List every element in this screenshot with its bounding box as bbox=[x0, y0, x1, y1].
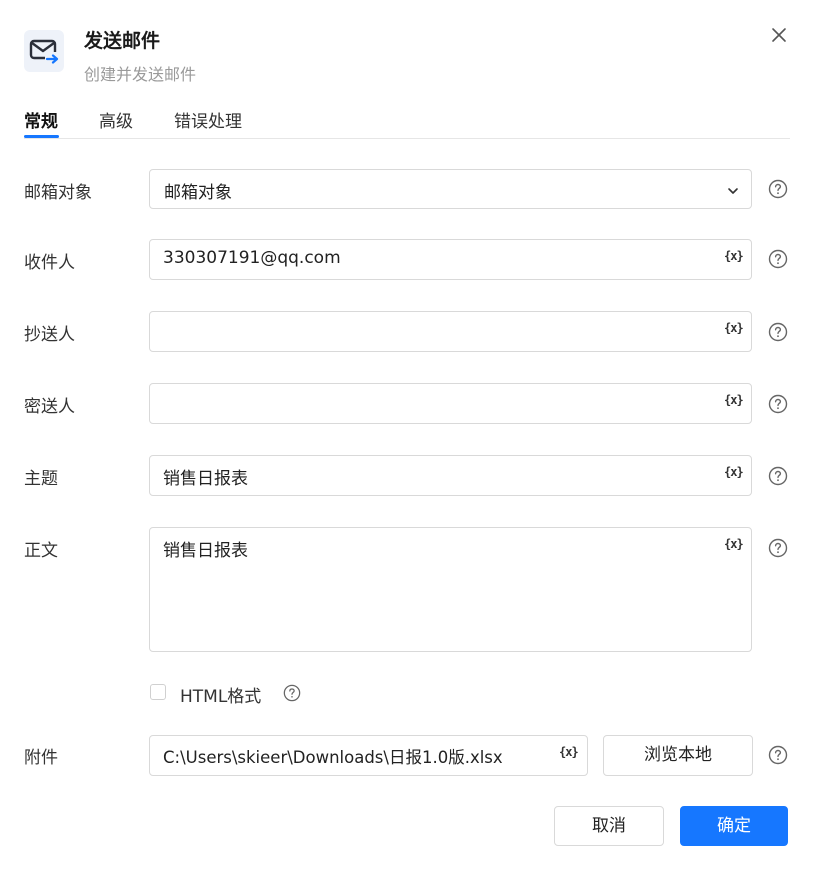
to-label: 收件人 bbox=[24, 253, 75, 273]
to-help-icon[interactable] bbox=[768, 249, 788, 269]
html-format-checkbox[interactable] bbox=[150, 684, 166, 700]
cc-label: 抄送人 bbox=[24, 325, 75, 345]
browse-local-button[interactable]: 浏览本地 bbox=[603, 735, 753, 776]
variable-icon[interactable]: {x} bbox=[724, 393, 744, 407]
subject-input-value: 销售日报表 bbox=[163, 469, 248, 489]
cancel-button[interactable]: 取消 bbox=[554, 806, 664, 846]
attachment-input-value: C:\Users\skieer\Downloads\日报1.0版.xlsx bbox=[163, 748, 503, 767]
to-input-value: 330307191@qq.com bbox=[163, 248, 341, 268]
close-icon[interactable] bbox=[768, 24, 790, 46]
mailbox-select-value: 邮箱对象 bbox=[164, 183, 232, 203]
attachment-help-icon[interactable] bbox=[768, 745, 788, 765]
mailbox-help-icon[interactable] bbox=[768, 179, 788, 199]
variable-icon[interactable]: {x} bbox=[559, 745, 579, 759]
dialog-title: 发送邮件 bbox=[84, 30, 161, 52]
variable-icon[interactable]: {x} bbox=[724, 249, 744, 263]
variable-icon[interactable]: {x} bbox=[724, 537, 744, 551]
chevron-down-icon bbox=[727, 182, 739, 201]
variable-icon[interactable]: {x} bbox=[724, 321, 744, 335]
tab-bar: 常规 高级 错误处理 bbox=[24, 104, 790, 139]
bcc-help-icon[interactable] bbox=[768, 394, 788, 414]
attachment-label: 附件 bbox=[24, 748, 58, 768]
mail-send-icon bbox=[24, 30, 64, 72]
to-input[interactable]: 330307191@qq.com {x} bbox=[149, 239, 752, 280]
attachment-input[interactable]: C:\Users\skieer\Downloads\日报1.0版.xlsx {x… bbox=[149, 735, 588, 776]
body-help-icon[interactable] bbox=[768, 538, 788, 558]
mailbox-label: 邮箱对象 bbox=[24, 183, 92, 203]
html-format-label: HTML格式 bbox=[180, 687, 262, 707]
subject-label: 主题 bbox=[24, 469, 58, 489]
bcc-label: 密送人 bbox=[24, 397, 75, 417]
confirm-button[interactable]: 确定 bbox=[680, 806, 788, 846]
tab-advanced[interactable]: 高级 bbox=[99, 107, 133, 132]
tab-general[interactable]: 常规 bbox=[24, 107, 58, 132]
cc-input[interactable]: {x} bbox=[149, 311, 752, 352]
html-format-help-icon[interactable] bbox=[283, 684, 303, 704]
subject-help-icon[interactable] bbox=[768, 466, 788, 486]
variable-icon[interactable]: {x} bbox=[724, 465, 744, 479]
bcc-input[interactable]: {x} bbox=[149, 383, 752, 424]
tab-error-handling[interactable]: 错误处理 bbox=[174, 107, 242, 132]
body-label: 正文 bbox=[24, 541, 58, 561]
cc-help-icon[interactable] bbox=[768, 322, 788, 342]
active-tab-indicator bbox=[24, 135, 59, 138]
body-textarea[interactable]: 销售日报表 {x} bbox=[149, 527, 752, 652]
body-textarea-value: 销售日报表 bbox=[163, 541, 248, 561]
mailbox-select[interactable]: 邮箱对象 bbox=[149, 169, 752, 209]
subject-input[interactable]: 销售日报表 {x} bbox=[149, 455, 752, 496]
dialog-subtitle: 创建并发送邮件 bbox=[84, 65, 197, 84]
